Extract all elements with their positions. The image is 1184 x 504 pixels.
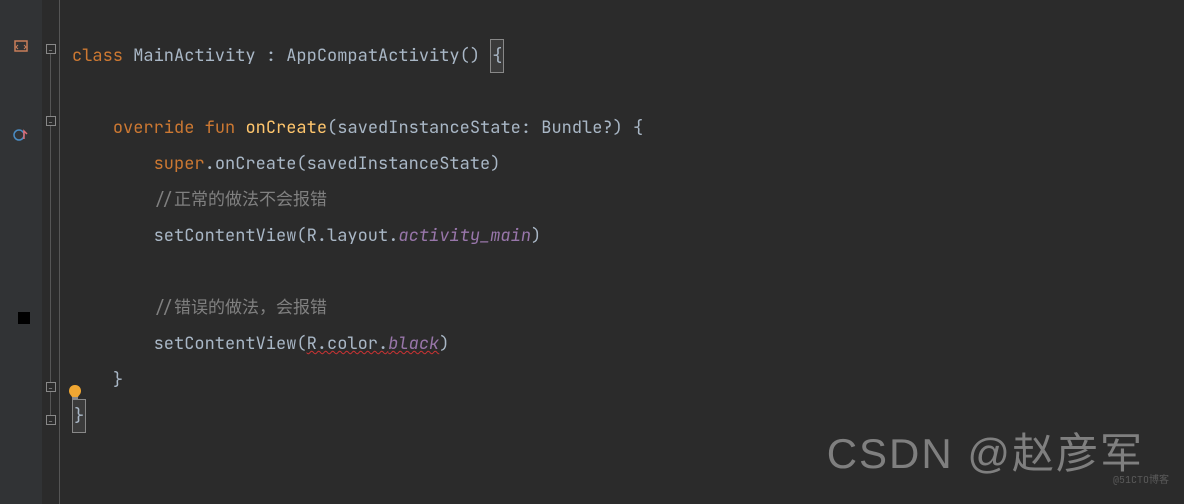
watermark-text: CSDN @赵彦军 [827,414,1144,494]
code-line[interactable]: } [72,362,1184,398]
fold-toggle[interactable] [46,415,56,425]
code-line[interactable]: //正常的做法不会报错 [72,182,1184,218]
code-line[interactable]: class MainActivity : AppCompatActivity()… [72,38,1184,74]
method-call: setContentView(R.layout. [154,220,399,252]
indent [72,328,154,360]
file-icon[interactable] [12,38,30,56]
indent [72,292,154,324]
indent [72,148,154,180]
method-call: setContentView( [154,328,307,360]
fold-gutter [42,0,60,504]
code-line[interactable]: //错误的做法，会报错 [72,290,1184,326]
indent [72,184,154,216]
function-name: onCreate [245,112,327,144]
code-line[interactable]: override fun onCreate(savedInstanceState… [72,110,1184,146]
brace-open: { [490,39,504,73]
code-line-empty[interactable] [72,254,1184,290]
colon: : [266,40,286,72]
paren-close: ) [439,328,449,360]
keyword-override: override [113,112,205,144]
fold-toggle[interactable] [46,44,56,54]
editor-gutter [0,0,42,504]
resource-id-error: black [388,328,439,360]
comment: //错误的做法，会报错 [154,292,327,324]
fold-toggle[interactable] [46,116,56,126]
bookmark-icon[interactable] [18,312,30,324]
code-line[interactable]: setContentView(R.color.black) [72,326,1184,362]
brace-close: } [113,364,123,396]
code-line[interactable]: setContentView(R.layout.activity_main) [72,218,1184,254]
override-icon[interactable] [12,126,30,144]
class-name: MainActivity [123,40,266,72]
fold-guide-line [50,54,51,419]
keyword-super: super [154,148,205,180]
paren-close: ) [531,220,541,252]
fold-toggle[interactable] [46,382,56,392]
code-line[interactable]: super.onCreate(savedInstanceState) [72,146,1184,182]
watermark-small-text: @51CTO博客 [1113,470,1169,489]
comment: //正常的做法不会报错 [154,184,327,216]
indent [72,220,154,252]
dot: . [205,148,215,180]
keyword-class: class [72,40,123,72]
indent [72,112,113,144]
resource-id: activity_main [398,220,531,252]
method-call: onCreate(savedInstanceState) [215,148,501,180]
code-line-empty[interactable] [72,74,1184,110]
error-code: R.color. [307,328,389,360]
brace-close: } [72,399,86,433]
intention-bulb-icon[interactable] [65,382,85,402]
keyword-fun: fun [205,112,246,144]
params: (savedInstanceState: Bundle?) { [327,112,643,144]
parent-class: AppCompatActivity() [286,40,490,72]
